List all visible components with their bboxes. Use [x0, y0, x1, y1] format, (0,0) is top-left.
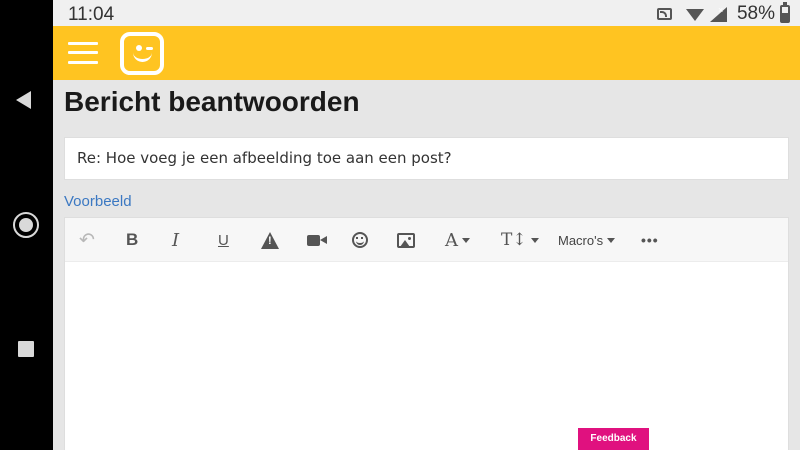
message-editor: ↶ B I U A T↕ Macro's •••	[64, 217, 789, 450]
macros-dropdown[interactable]: Macro's	[558, 230, 616, 250]
chevron-down-icon	[462, 237, 470, 243]
preview-link[interactable]: Voorbeeld	[64, 193, 132, 210]
wifi-icon	[685, 9, 704, 21]
status-bar: 11:04 × 58%	[53, 0, 800, 26]
emoji-icon[interactable]	[352, 230, 368, 250]
macros-label: Macro's	[558, 232, 604, 248]
message-body-input[interactable]	[65, 263, 788, 450]
page-title: Bericht beantwoorden	[64, 86, 360, 117]
text-size-icon[interactable]: T↕	[501, 230, 539, 250]
recents-icon[interactable]	[18, 341, 34, 357]
image-icon[interactable]	[397, 230, 415, 250]
more-icon[interactable]: •••	[641, 230, 659, 250]
spoiler-warning-icon[interactable]	[261, 230, 279, 250]
subject-input[interactable]: Re: Hoe voeg je een afbeelding toe aan e…	[64, 137, 789, 180]
editor-toolbar: ↶ B I U A T↕ Macro's •••	[65, 218, 788, 262]
italic-icon[interactable]: I	[172, 230, 179, 251]
battery-icon	[780, 2, 790, 23]
underline-icon[interactable]: U	[218, 230, 229, 250]
app-header	[53, 26, 800, 80]
signal-icon: ×	[709, 5, 727, 22]
text-size-glyph: T↕	[501, 230, 527, 250]
font-icon[interactable]: A	[445, 229, 470, 251]
back-icon[interactable]	[16, 91, 31, 109]
video-icon[interactable]	[307, 230, 327, 250]
telenet-logo-icon[interactable]	[120, 32, 164, 75]
chevron-down-icon	[607, 237, 616, 243]
android-nav-bar	[0, 0, 53, 450]
feedback-button[interactable]: Feedback	[578, 428, 649, 450]
font-icon-glyph: A	[445, 229, 458, 251]
undo-icon[interactable]: ↶	[79, 230, 95, 251]
cast-icon	[656, 8, 672, 20]
bold-icon[interactable]: B	[126, 230, 138, 250]
status-time: 11:04	[68, 4, 115, 25]
home-icon[interactable]	[13, 212, 39, 238]
status-icons: × 58%	[656, 2, 790, 25]
menu-icon[interactable]	[68, 40, 98, 66]
battery-percent: 58%	[736, 3, 775, 24]
app-screen: 11:04 × 58% Bericht beantwoorden Re: Hoe…	[53, 0, 800, 450]
chevron-down-icon	[530, 237, 539, 243]
